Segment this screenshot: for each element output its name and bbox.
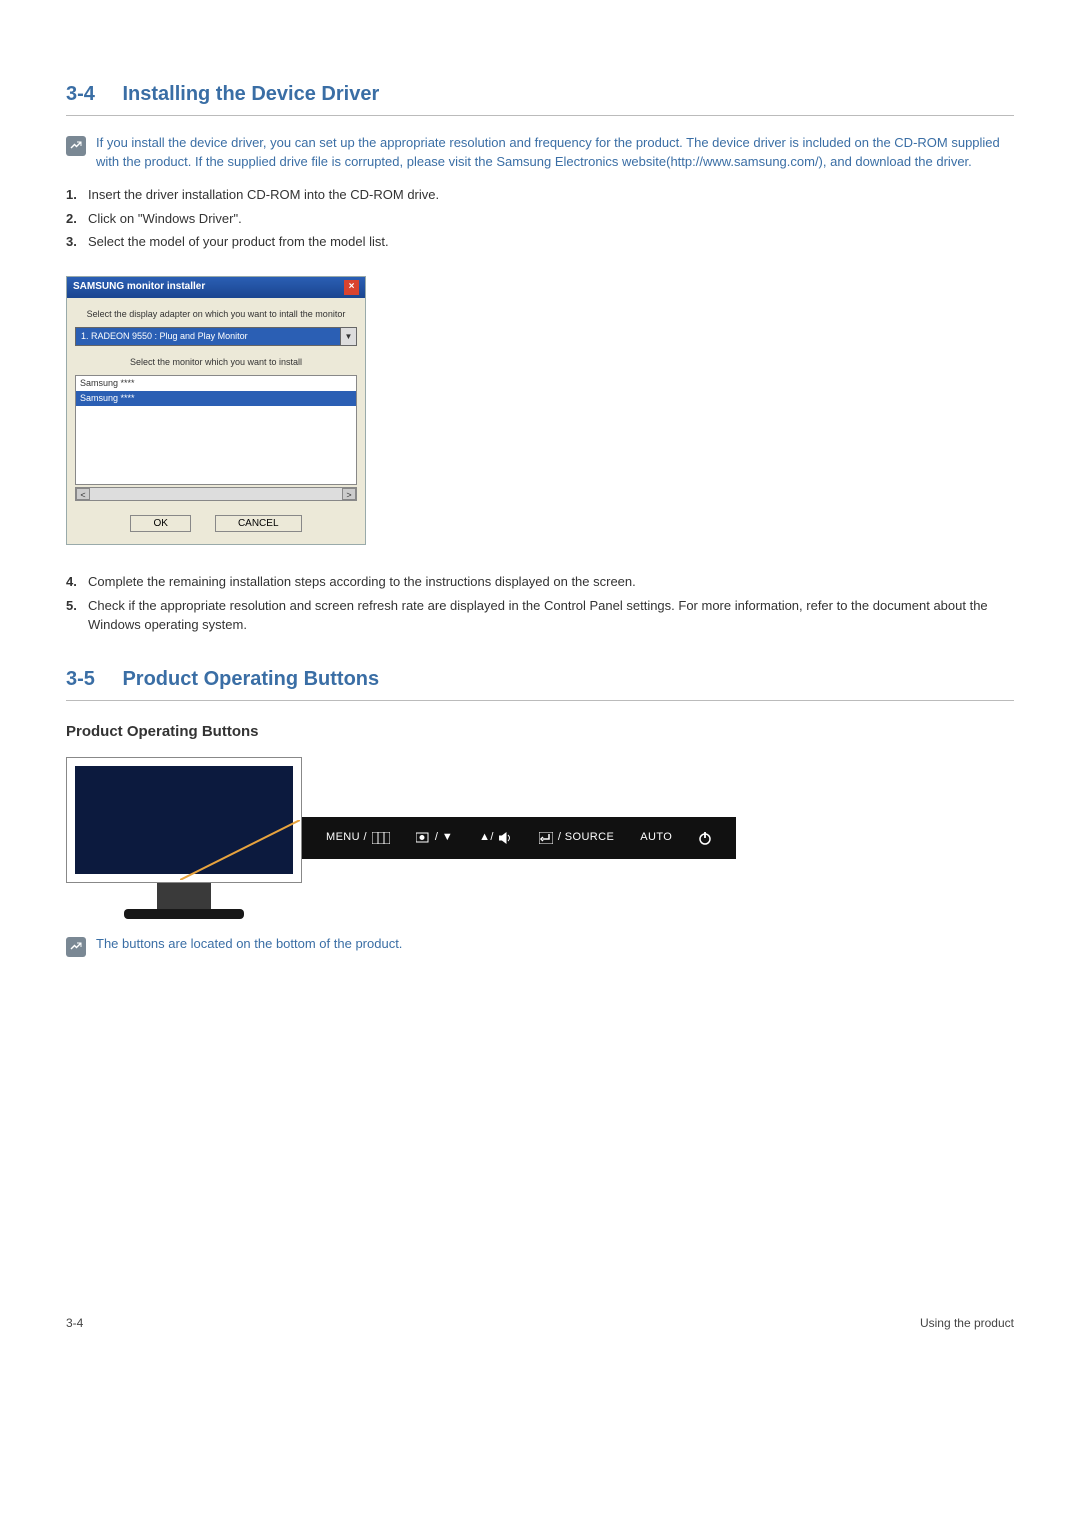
- power-icon: [698, 831, 712, 845]
- note-text: The buttons are located on the bottom of…: [96, 935, 402, 957]
- monitor-figure: MENU / / ▼ ▲/ / SOURCE AUTO: [66, 757, 1014, 919]
- steps-list-a: 1.Insert the driver installation CD-ROM …: [66, 186, 1014, 253]
- section-heading: Installing the Device Driver: [122, 83, 379, 105]
- menu-icon: [372, 832, 390, 844]
- up-volume-button: ▲/: [479, 830, 513, 846]
- display-adapter-dropdown[interactable]: 1. RADEON 9550 : Plug and Play Monitor ▼: [75, 327, 357, 346]
- dialog-title-text: SAMSUNG monitor installer: [73, 280, 205, 295]
- monitor-bezel: [66, 757, 302, 883]
- close-icon[interactable]: ×: [344, 280, 359, 295]
- monitor-screen: [75, 766, 293, 874]
- section-title-3-4: 3-4 Installing the Device Driver: [66, 80, 1014, 116]
- section-num: 3-5: [66, 668, 95, 690]
- section-num: 3-4: [66, 83, 95, 105]
- step-item: 2.Click on "Windows Driver".: [66, 210, 1014, 229]
- step-item: 3.Select the model of your product from …: [66, 233, 1014, 252]
- dialog-body: Select the display adapter on which you …: [67, 298, 365, 544]
- volume-icon: [499, 832, 513, 844]
- note-text: If you install the device driver, you ca…: [96, 134, 1014, 172]
- down-brightness-button: / ▼: [416, 830, 453, 846]
- callout-line-icon: [180, 820, 300, 880]
- step-item: 5.Check if the appropriate resolution an…: [66, 597, 1014, 635]
- dialog-label-1: Select the display adapter on which you …: [75, 308, 357, 321]
- list-item[interactable]: Samsung ****: [76, 376, 356, 391]
- monitor: [66, 757, 302, 919]
- note-icon: [66, 937, 86, 957]
- ok-button[interactable]: OK: [130, 515, 190, 532]
- monitor-stand: [157, 883, 211, 909]
- scroll-right-icon[interactable]: >: [342, 488, 356, 500]
- footer-left: 3-4: [66, 1315, 83, 1332]
- footer-right: Using the product: [920, 1315, 1014, 1332]
- auto-button: AUTO: [640, 830, 672, 846]
- enter-icon: [539, 832, 553, 844]
- list-item[interactable]: Samsung ****: [76, 391, 356, 406]
- dialog-titlebar: SAMSUNG monitor installer ×: [67, 277, 365, 298]
- page-footer: 3-4 Using the product: [66, 1307, 1014, 1332]
- brightness-icon: [416, 832, 430, 844]
- power-button: [698, 831, 712, 845]
- cancel-button[interactable]: CANCEL: [215, 515, 302, 532]
- note-icon: [66, 136, 86, 156]
- dialog-actions: OK CANCEL: [75, 515, 357, 532]
- chevron-down-icon[interactable]: ▼: [341, 327, 357, 346]
- step-item: 1.Insert the driver installation CD-ROM …: [66, 186, 1014, 205]
- source-button: / SOURCE: [539, 830, 614, 846]
- installer-dialog: SAMSUNG monitor installer × Select the d…: [66, 276, 366, 545]
- note-block: If you install the device driver, you ca…: [66, 134, 1014, 172]
- scroll-left-icon[interactable]: <: [76, 488, 90, 500]
- section-heading: Product Operating Buttons: [122, 668, 379, 690]
- horizontal-scrollbar[interactable]: < >: [75, 487, 357, 501]
- menu-button: MENU /: [326, 830, 390, 846]
- monitor-base: [124, 909, 244, 919]
- note-block: The buttons are located on the bottom of…: [66, 935, 1014, 957]
- section-title-3-5: 3-5 Product Operating Buttons: [66, 665, 1014, 701]
- sub-heading: Product Operating Buttons: [66, 721, 1014, 743]
- monitor-list[interactable]: Samsung **** Samsung ****: [75, 375, 357, 485]
- dropdown-value: 1. RADEON 9550 : Plug and Play Monitor: [75, 327, 341, 346]
- step-item: 4.Complete the remaining installation st…: [66, 573, 1014, 592]
- button-strip: MENU / / ▼ ▲/ / SOURCE AUTO: [302, 817, 736, 859]
- dialog-label-2: Select the monitor which you want to ins…: [75, 356, 357, 369]
- steps-list-b: 4.Complete the remaining installation st…: [66, 573, 1014, 635]
